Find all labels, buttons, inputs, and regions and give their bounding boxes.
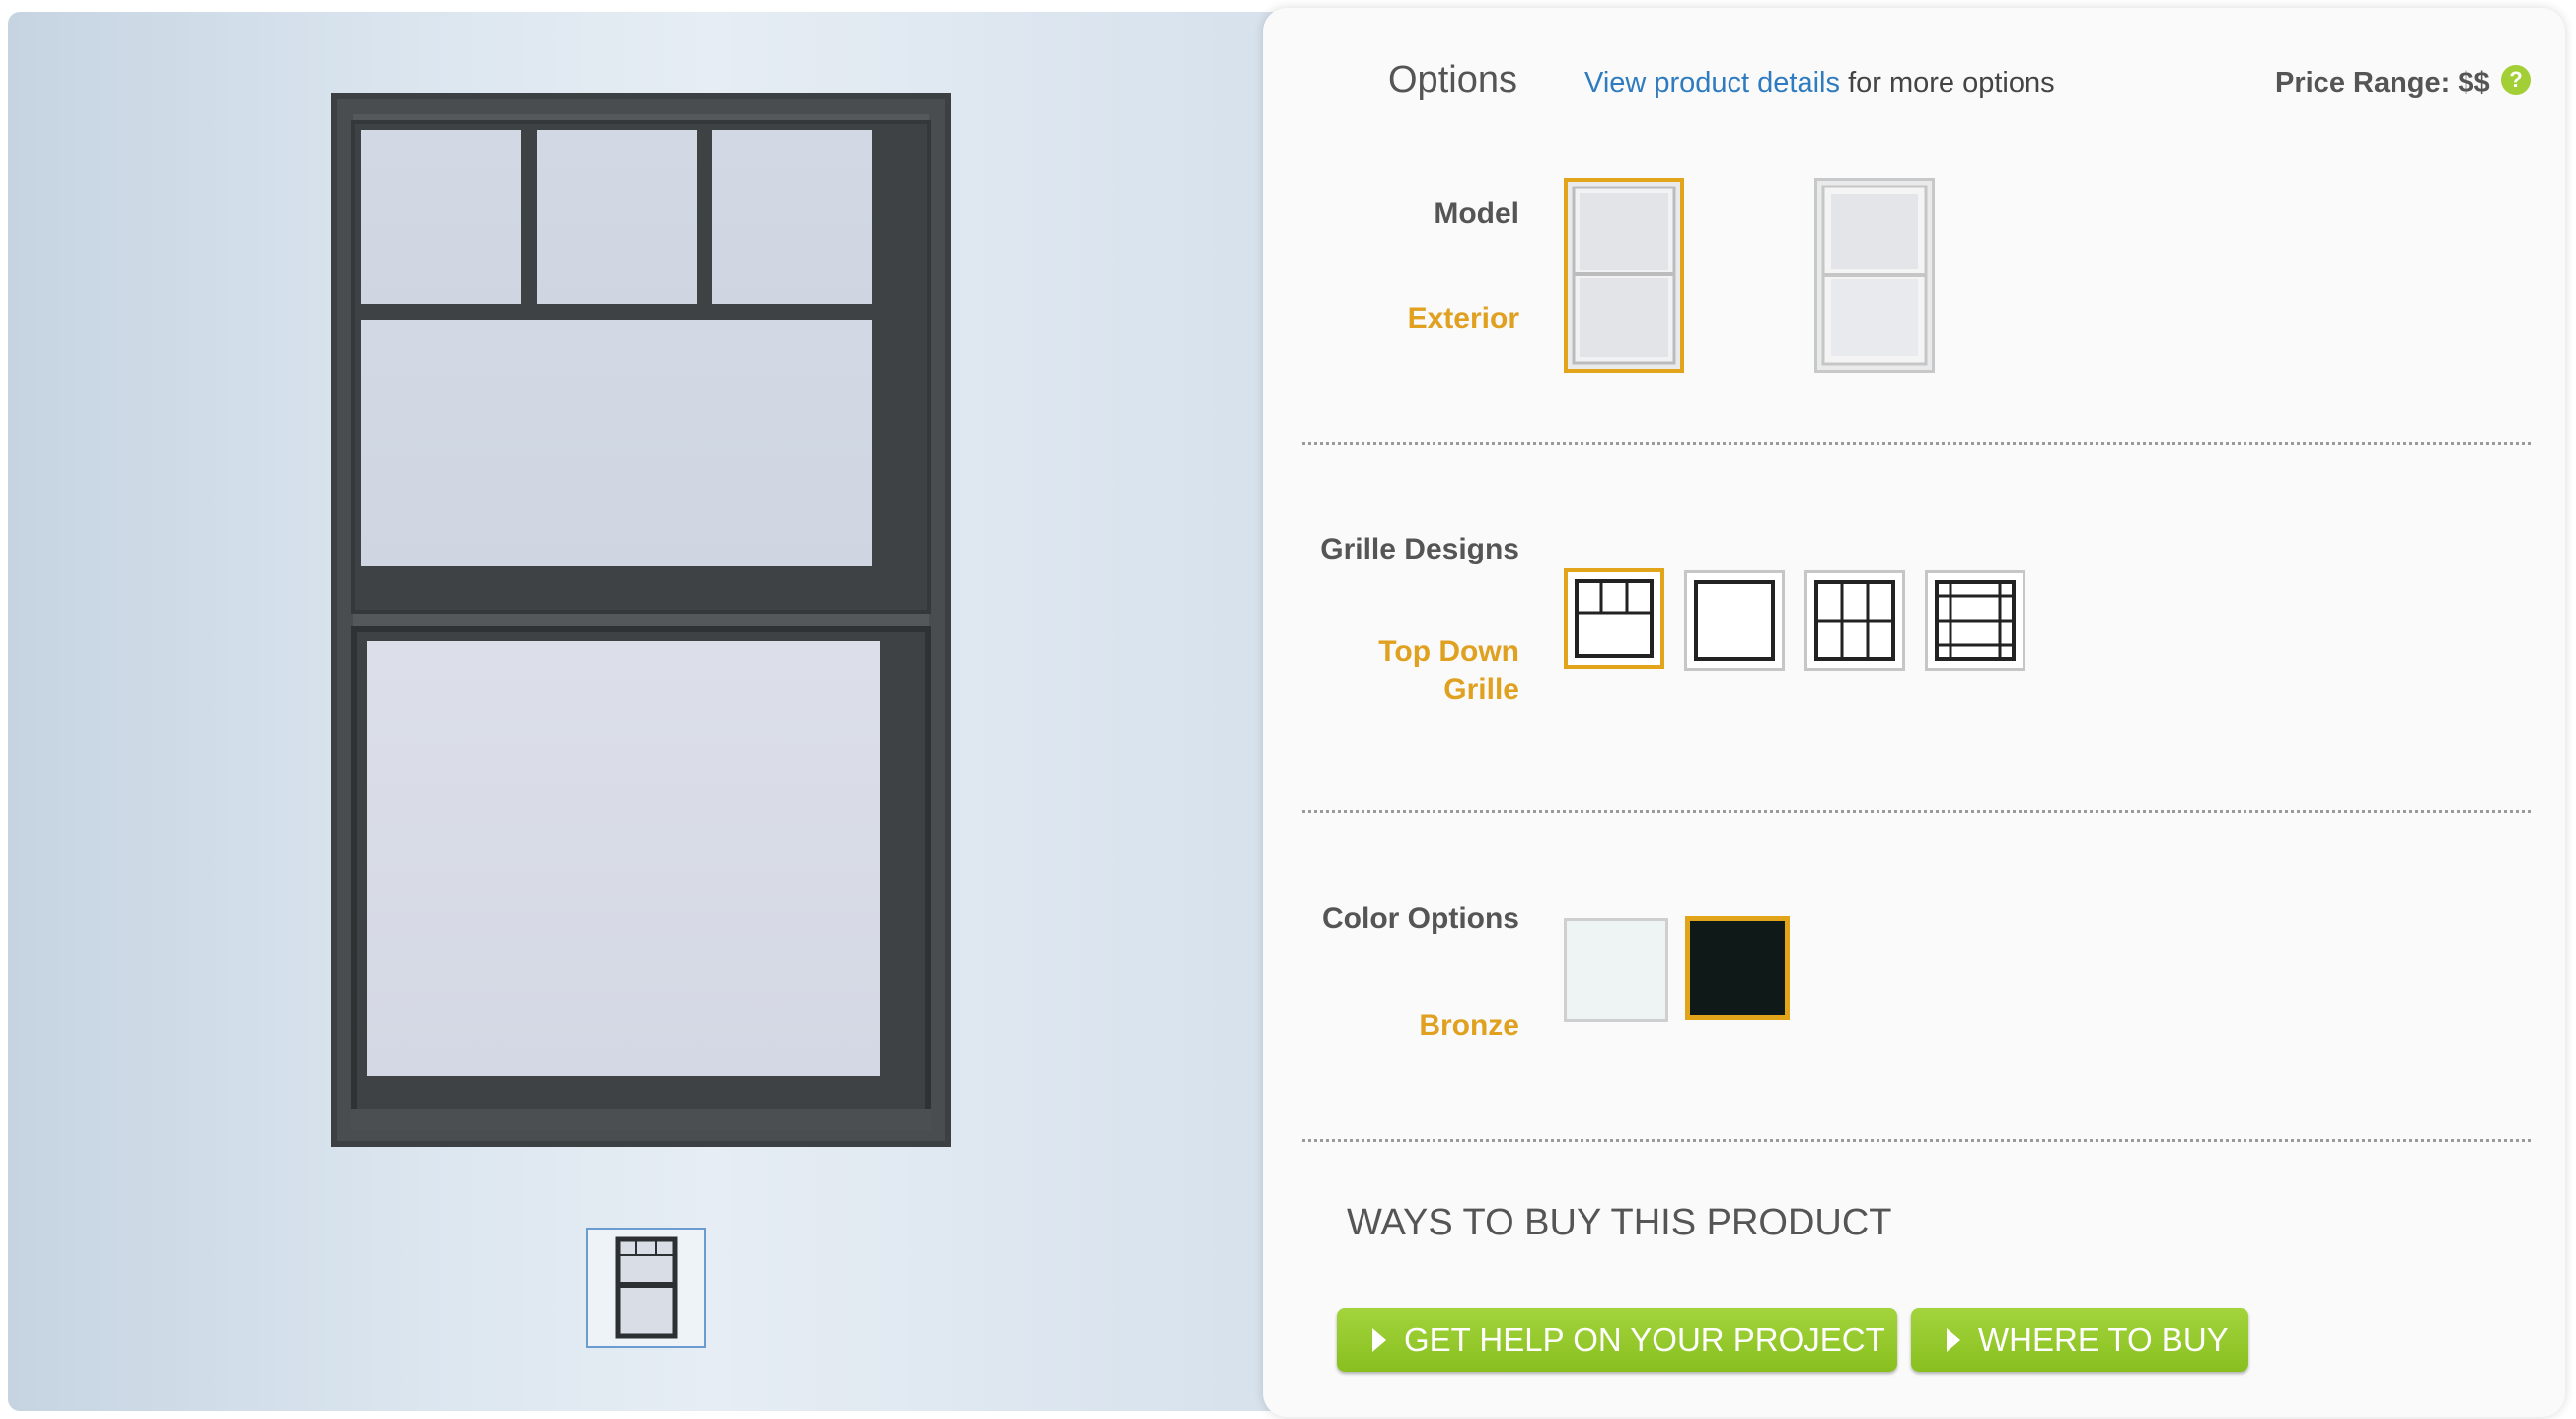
where-to-buy-label: WHERE TO BUY [1978, 1321, 2229, 1358]
section-divider [1302, 442, 2531, 445]
glass-pane [537, 130, 697, 304]
grille-colonial-icon [1814, 580, 1895, 661]
grille-top-down-icon [1575, 579, 1654, 658]
glass-pane [712, 130, 872, 304]
glass-pane [367, 641, 880, 1076]
options-heading: Options [1388, 59, 1517, 101]
options-panel: Options View product details for more op… [1263, 8, 2565, 1417]
color-label: Color Options [1322, 902, 1519, 934]
section-divider [1302, 810, 2531, 813]
color-swatch-bronze[interactable] [1685, 916, 1790, 1020]
help-icon[interactable]: ? [2501, 65, 2531, 95]
get-help-label: GET HELP ON YOUR PROJECT [1404, 1321, 1885, 1358]
grille-none-icon [1694, 580, 1775, 661]
lower-sash [351, 626, 931, 1124]
grille-selected-line1: Top Down [1378, 635, 1519, 668]
play-arrow-icon [1947, 1328, 1960, 1352]
grille-selected-line2: Grille [1443, 673, 1519, 706]
model-option-exterior[interactable] [1564, 178, 1684, 373]
window-sill [351, 1109, 931, 1131]
details-suffix: for more options [1848, 67, 2055, 99]
ways-to-buy-heading: WAYS TO BUY THIS PRODUCT [1347, 1202, 1892, 1243]
glass-pane [361, 320, 872, 566]
price-range: Price Range: $$ [2275, 67, 2490, 99]
play-arrow-icon [1372, 1328, 1386, 1352]
grille-label: Grille Designs [1320, 533, 1519, 565]
view-thumbnail[interactable] [586, 1228, 706, 1348]
get-help-button[interactable]: GET HELP ON YOUR PROJECT [1337, 1308, 1897, 1372]
where-to-buy-button[interactable]: WHERE TO BUY [1911, 1308, 2248, 1372]
model-selected-value: Exterior [1407, 302, 1519, 335]
grille-option-none[interactable] [1684, 570, 1785, 671]
grille-option-top-down[interactable] [1564, 568, 1664, 669]
window-thumbnail-icon [615, 1236, 678, 1339]
grille-prairie-icon [1935, 580, 2016, 661]
upper-sash [351, 120, 931, 614]
section-divider [1302, 1139, 2531, 1142]
grille-option-colonial[interactable] [1804, 570, 1905, 671]
view-product-details-link[interactable]: View product details [1584, 67, 1840, 99]
grille-selected-value: Top Down Grille [1283, 634, 1519, 709]
window-interior-icon [1821, 185, 1928, 366]
window-exterior-icon [1572, 186, 1676, 365]
window-preview-image [331, 93, 951, 1147]
product-preview-area [8, 12, 1290, 1411]
details-line: View product details for more options [1584, 67, 2055, 100]
model-option-interior[interactable] [1814, 178, 1935, 373]
model-label: Model [1434, 197, 1519, 230]
color-swatch-white[interactable] [1564, 918, 1668, 1022]
glass-pane [361, 130, 521, 304]
grille-option-prairie[interactable] [1925, 570, 2025, 671]
color-selected-value: Bronze [1419, 1009, 1519, 1042]
